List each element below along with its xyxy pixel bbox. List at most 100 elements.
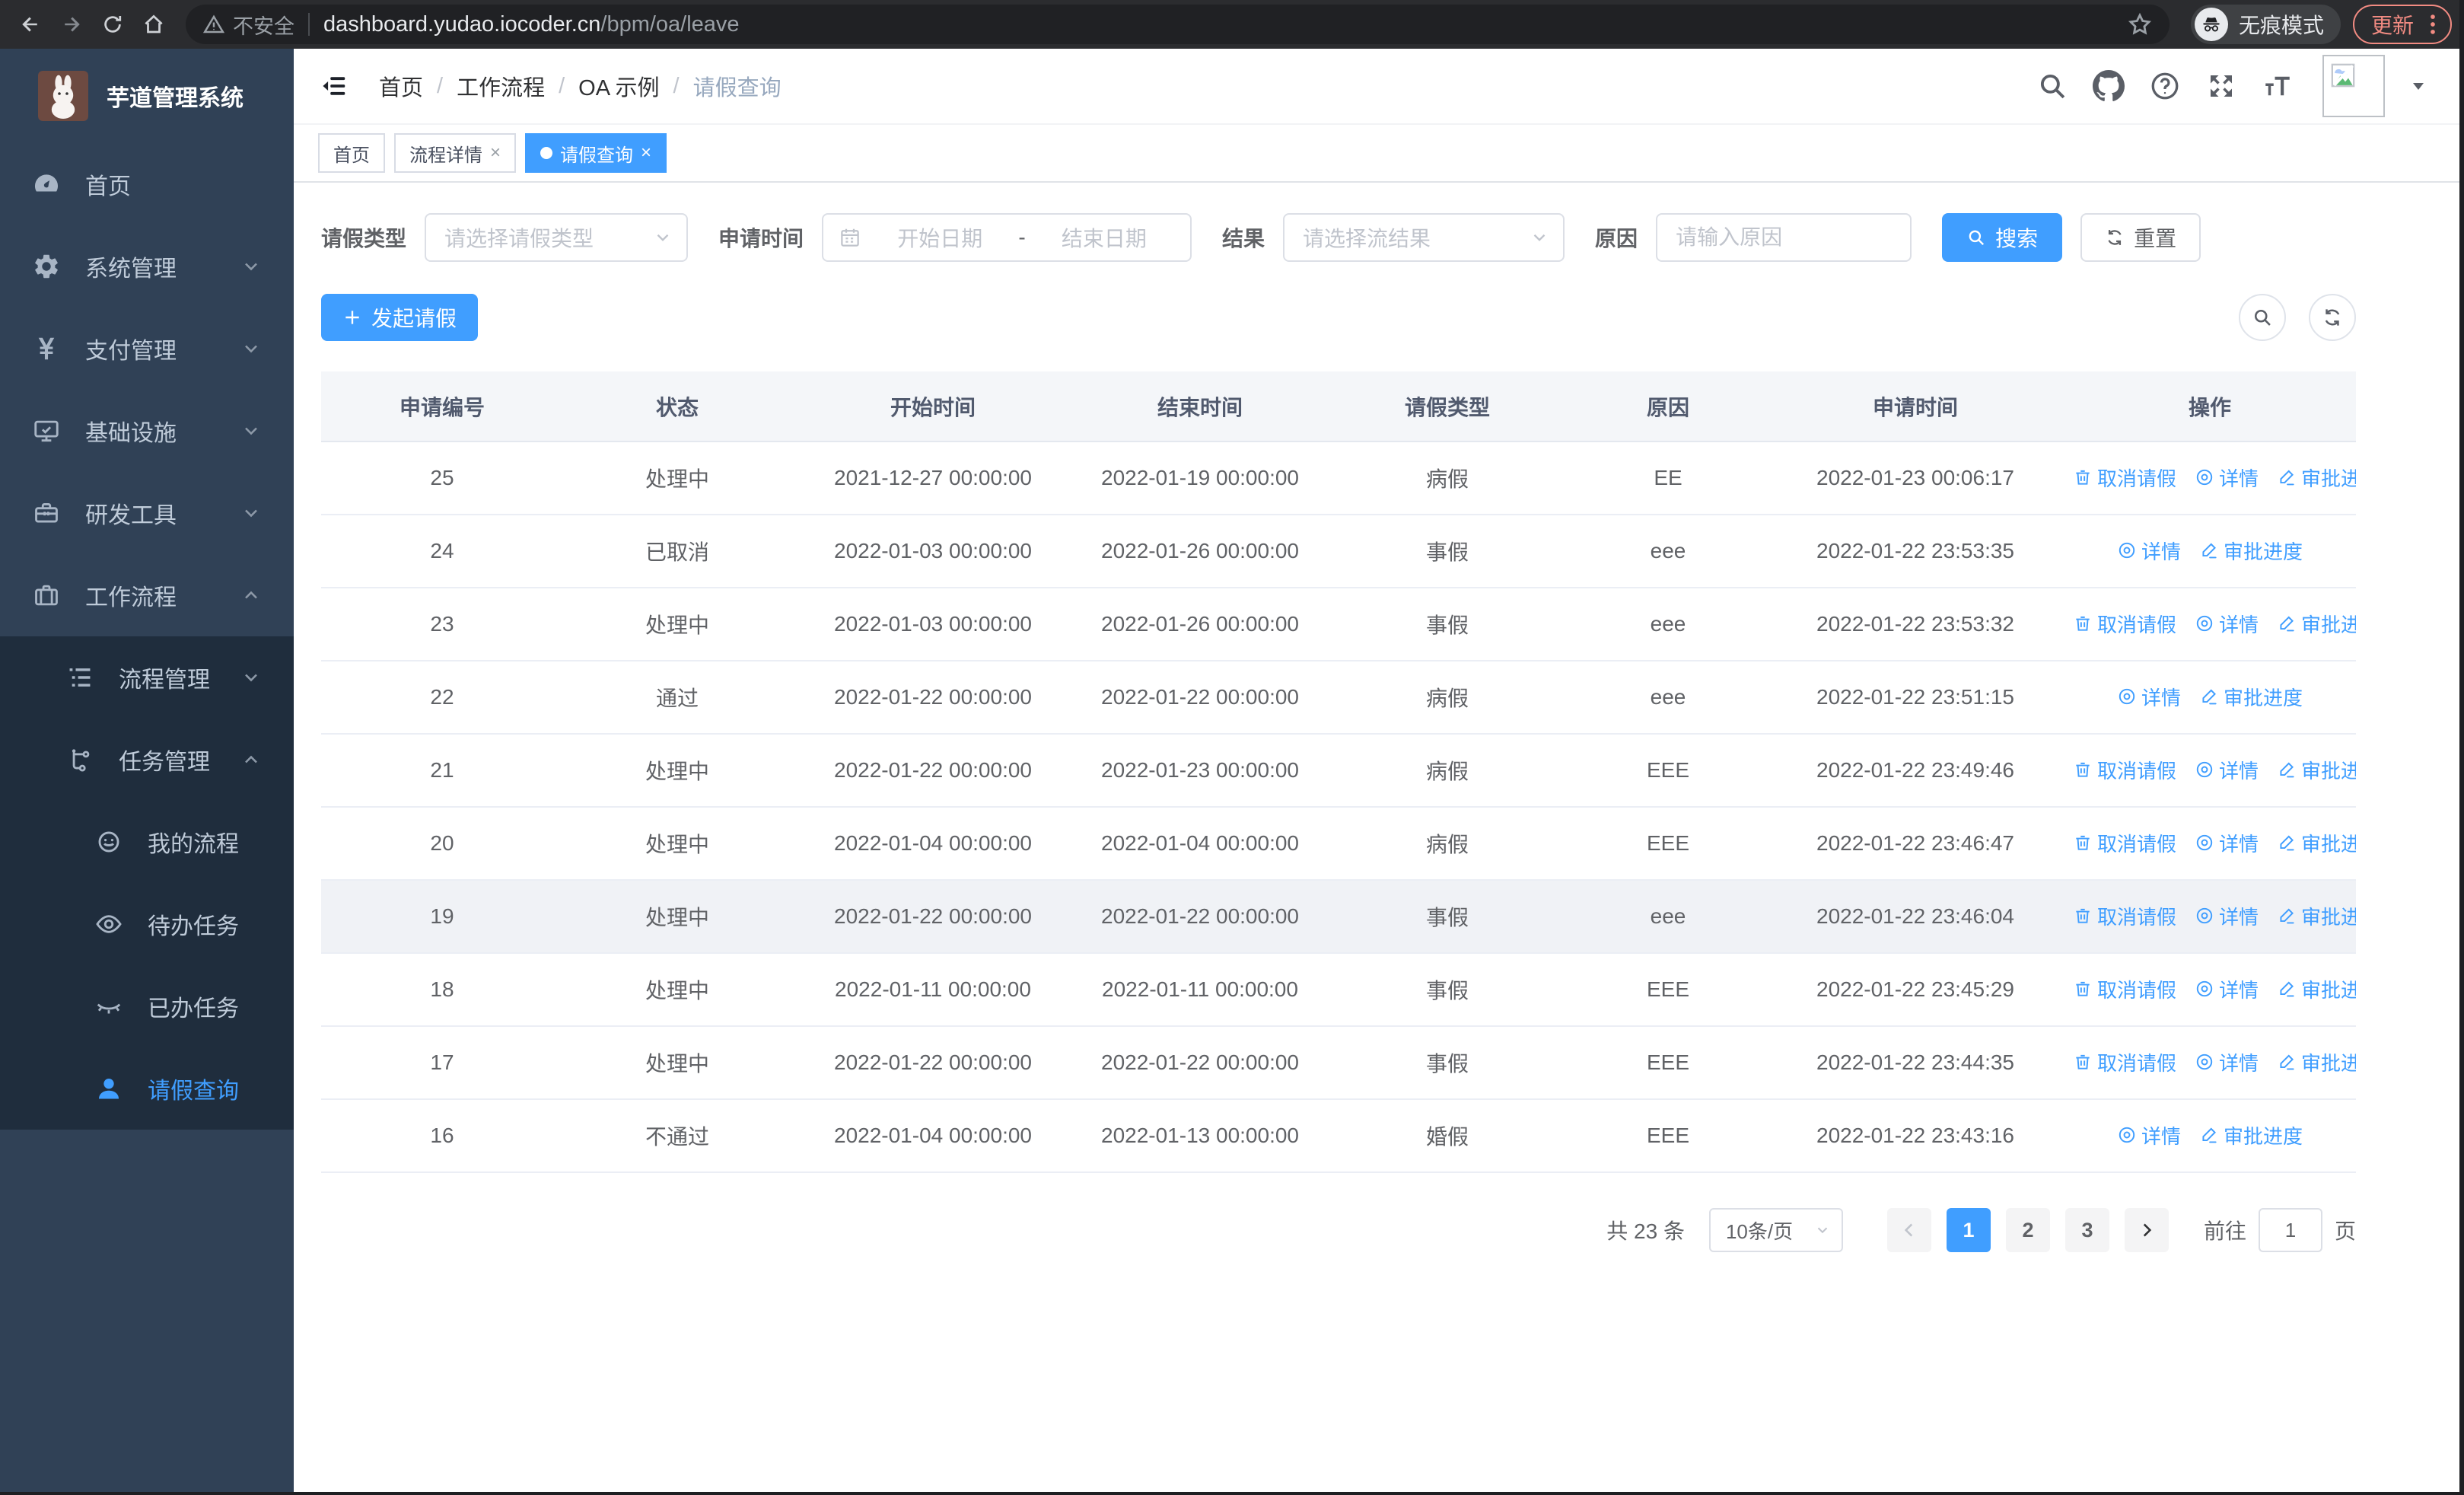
cancel-leave-link[interactable]: 取消请假 — [2073, 829, 2176, 857]
cancel-leave-link[interactable]: 取消请假 — [2073, 756, 2176, 784]
approval-progress-link[interactable]: 审批进度 — [2277, 756, 2356, 784]
address-bar[interactable]: 不安全 dashboard.yudao.iocoder.cn/bpm/oa/le… — [186, 5, 2170, 44]
header-search-icon[interactable] — [2036, 70, 2068, 102]
forward-icon[interactable] — [53, 6, 90, 43]
start-date-placeholder[interactable]: 开始日期 — [869, 222, 1011, 253]
detail-link[interactable]: 详情 — [2195, 464, 2259, 492]
action-label: 详情 — [2219, 1051, 2259, 1075]
cancel-leave-link[interactable]: 取消请假 — [2073, 902, 2176, 930]
approval-progress-link[interactable]: 审批进度 — [2277, 1048, 2356, 1076]
user-icon — [93, 1073, 125, 1105]
url-text: dashboard.yudao.iocoder.cn/bpm/oa/leave — [323, 12, 740, 37]
cell-type: 病假 — [1326, 661, 1569, 735]
detail-link[interactable]: 详情 — [2195, 756, 2259, 784]
approval-progress-link[interactable]: 审批进度 — [2277, 829, 2356, 857]
back-icon[interactable] — [12, 6, 49, 43]
sidebar-item-done-tasks[interactable]: 已办任务 — [0, 965, 294, 1047]
sidebar-item-payment[interactable]: 支付管理 — [0, 308, 294, 390]
sidebar-toggle-icon[interactable] — [317, 69, 352, 104]
user-avatar[interactable] — [2322, 55, 2385, 117]
breadcrumb-workflow[interactable]: 工作流程 — [457, 70, 545, 102]
create-leave-label: 发起请假 — [371, 307, 457, 330]
github-icon[interactable] — [2093, 70, 2125, 102]
page-button-1[interactable]: 1 — [1946, 1208, 1991, 1252]
sidebar-item-infrastructure[interactable]: 基础设施 — [0, 390, 294, 472]
end-date-placeholder[interactable]: 结束日期 — [1033, 222, 1175, 253]
update-label: 更新 — [2370, 14, 2414, 37]
breadcrumb: 首页 工作流程 OA 示例 请假查询 — [379, 70, 782, 102]
sidebar-item-todo-tasks[interactable]: 待办任务 — [0, 883, 294, 965]
approval-progress-link[interactable]: 审批进度 — [2199, 683, 2303, 711]
sidebar-item-leave-query[interactable]: 请假查询 — [0, 1047, 294, 1130]
cell-actions: 取消请假 详情 审批进度 — [2064, 1026, 2356, 1100]
approval-progress-link[interactable]: 审批进度 — [2277, 610, 2356, 638]
create-leave-button[interactable]: 发起请假 — [321, 294, 479, 341]
security-warning-icon[interactable] — [202, 13, 225, 36]
next-page-button[interactable] — [2124, 1208, 2169, 1252]
sidebar-item-task-mgmt[interactable]: 任务管理 — [0, 719, 294, 801]
cell-reason: eee — [1569, 880, 1767, 954]
breadcrumb-oa-example[interactable]: OA 示例 — [578, 70, 659, 102]
breadcrumb-separator — [437, 74, 443, 99]
browser-menu-icon[interactable] — [2420, 11, 2446, 37]
approval-progress-link[interactable]: 审批进度 — [2277, 975, 2356, 1003]
reload-icon[interactable] — [94, 6, 131, 43]
search-button[interactable]: 搜索 — [1942, 213, 2063, 262]
reason-input[interactable] — [1676, 225, 1893, 250]
tab-process-detail[interactable]: 流程详情 × — [394, 133, 517, 173]
sidebar-item-system[interactable]: 系统管理 — [0, 225, 294, 308]
update-button[interactable]: 更新 — [2352, 5, 2452, 44]
cell-end: 2022-01-04 00:00:00 — [1074, 807, 1326, 881]
approval-progress-link[interactable]: 审批进度 — [2199, 1121, 2303, 1149]
cancel-leave-link[interactable]: 取消请假 — [2073, 1048, 2176, 1076]
detail-link[interactable]: 详情 — [2195, 610, 2259, 638]
approval-progress-link[interactable]: 审批进度 — [2199, 537, 2303, 565]
bookmark-star-icon[interactable] — [2127, 11, 2153, 37]
app-logo[interactable]: 芋道管理系统 — [0, 49, 294, 143]
cell-end: 2022-01-26 00:00:00 — [1074, 515, 1326, 588]
sidebar-item-label: 流程管理 — [119, 668, 210, 693]
font-size-icon[interactable] — [2262, 70, 2294, 102]
prev-page-button[interactable] — [1886, 1208, 1931, 1252]
detail-link[interactable]: 详情 — [2117, 683, 2181, 711]
page-button-3[interactable]: 3 — [2064, 1208, 2109, 1252]
detail-link[interactable]: 详情 — [2117, 537, 2181, 565]
result-select[interactable]: 请选择流结果 — [1283, 213, 1565, 262]
detail-link[interactable]: 详情 — [2195, 902, 2259, 930]
tab-close-icon[interactable]: × — [490, 144, 501, 162]
sidebar-item-home[interactable]: 首页 — [0, 143, 294, 225]
view-icon — [2117, 687, 2137, 706]
detail-link[interactable]: 详情 — [2117, 1121, 2181, 1149]
tab-close-icon[interactable]: × — [641, 144, 651, 162]
avatar-caret-icon[interactable] — [2409, 77, 2427, 95]
sidebar-item-process-mgmt[interactable]: 流程管理 — [0, 636, 294, 719]
approval-progress-link[interactable]: 审批进度 — [2277, 464, 2356, 492]
date-range-picker[interactable]: 开始日期 - 结束日期 — [822, 213, 1192, 262]
page-button-2[interactable]: 2 — [2005, 1208, 2050, 1252]
help-icon[interactable] — [2149, 70, 2181, 102]
home-icon[interactable] — [135, 6, 172, 43]
goto-page-input[interactable] — [2258, 1208, 2322, 1252]
cancel-leave-link[interactable]: 取消请假 — [2073, 464, 2176, 492]
page-size-select[interactable]: 10条/页 — [1708, 1208, 1843, 1252]
search-icon — [1966, 228, 1986, 247]
detail-link[interactable]: 详情 — [2195, 1048, 2259, 1076]
detail-link[interactable]: 详情 — [2195, 829, 2259, 857]
approval-progress-link[interactable]: 审批进度 — [2277, 902, 2356, 930]
breadcrumb-home[interactable]: 首页 — [379, 70, 423, 102]
fullscreen-icon[interactable] — [2205, 70, 2237, 102]
toggle-search-button[interactable] — [2239, 294, 2286, 341]
tab-home[interactable]: 首页 — [318, 133, 385, 173]
leave-type-select[interactable]: 请选择请假类型 — [425, 213, 689, 262]
cancel-leave-link[interactable]: 取消请假 — [2073, 975, 2176, 1003]
detail-link[interactable]: 详情 — [2195, 975, 2259, 1003]
sidebar-item-dev-tools[interactable]: 研发工具 — [0, 472, 294, 554]
sidebar-item-my-process[interactable]: 我的流程 — [0, 801, 294, 883]
refresh-table-button[interactable] — [2309, 294, 2356, 341]
tab-leave-query[interactable]: 请假查询 × — [525, 133, 667, 173]
reset-button[interactable]: 重置 — [2080, 213, 2201, 262]
view-icon — [2117, 540, 2137, 560]
security-label[interactable]: 不安全 — [233, 10, 294, 40]
sidebar-item-workflow[interactable]: 工作流程 — [0, 554, 294, 636]
cancel-leave-link[interactable]: 取消请假 — [2073, 610, 2176, 638]
